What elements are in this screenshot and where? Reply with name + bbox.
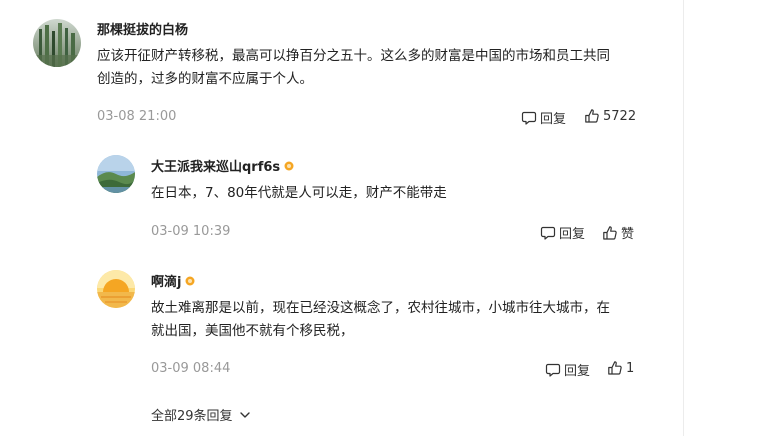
like-button[interactable]: 5722 [584,108,636,124]
reply-text-line: 就出国，美国他不就有个移民税， [151,323,354,339]
like-count: 1 [626,360,635,376]
reply-button[interactable]: 回复 [540,223,585,242]
forest-avatar-icon[interactable] [33,19,81,67]
column-divider [683,0,684,436]
reply-text-line: 在日本，7、80年代就是人可以走，财产不能带走 [151,185,447,201]
author-name[interactable]: 那棵挺拔的白杨 [97,19,188,38]
reply-author[interactable]: 大王派我来巡山qrf6s [151,156,294,175]
like-count: 5722 [603,108,637,124]
like-label: 赞 [621,227,635,242]
reply-time: 03-09 10:39 [151,224,231,239]
reply-author[interactable]: 啊滴j [151,271,195,290]
like-button[interactable]: 1 [607,360,634,376]
reply-label: 回复 [564,364,591,379]
like-button[interactable]: 赞 [602,223,634,242]
thumbs-up-icon [608,361,622,375]
reply-label: 回复 [540,112,567,127]
view-all-replies-label: 全部29条回复 [151,409,233,424]
author-name[interactable]: 大王派我来巡山qrf6s [151,156,280,175]
comment-bubble-icon [521,111,537,125]
thumbs-up-icon [603,225,617,240]
comment-section: 那棵挺拔的白杨 应该开征财产转移税，最高可以挣百分之五十。这么多的财富是中国的市… [0,0,766,436]
landscape-avatar-icon[interactable] [97,155,135,193]
reply-label: 回复 [559,227,586,242]
thumbs-up-icon [585,109,599,123]
user-level-badge-icon [284,161,294,171]
author-name[interactable]: 啊滴j [151,271,181,290]
comment-text-line: 应该开征财产转移税，最高可以挣百分之五十。这么多的财富是中国的市场和员工共同 [97,48,610,64]
sunset-avatar-icon[interactable] [97,270,135,308]
comment-bubble-icon [540,226,556,240]
comment-bubble-icon [545,363,561,377]
comment-text-line: 创造的，过多的财富不应属于个人。 [97,71,313,87]
reply-text: 在日本，7、80年代就是人可以走，财产不能带走 [151,182,651,205]
user-level-badge-icon [185,276,195,286]
reply-button[interactable]: 回复 [521,108,566,127]
reply-time: 03-09 08:44 [151,361,231,376]
reply-text: 故土难离那是以前，现在已经没这概念了，农村往城市，小城市往大城市，在 就出国，美… [151,297,661,343]
reply-text-line: 故土难离那是以前，现在已经没这概念了，农村往城市，小城市往大城市，在 [151,300,610,316]
reply-button[interactable]: 回复 [545,360,590,379]
comment-text: 应该开征财产转移税，最高可以挣百分之五十。这么多的财富是中国的市场和员工共同 创… [97,45,657,91]
chevron-down-icon [239,411,250,418]
view-all-replies-button[interactable]: 全部29条回复 [151,405,251,424]
comment-author[interactable]: 那棵挺拔的白杨 [97,19,188,38]
comment-time: 03-08 21:00 [97,109,177,124]
